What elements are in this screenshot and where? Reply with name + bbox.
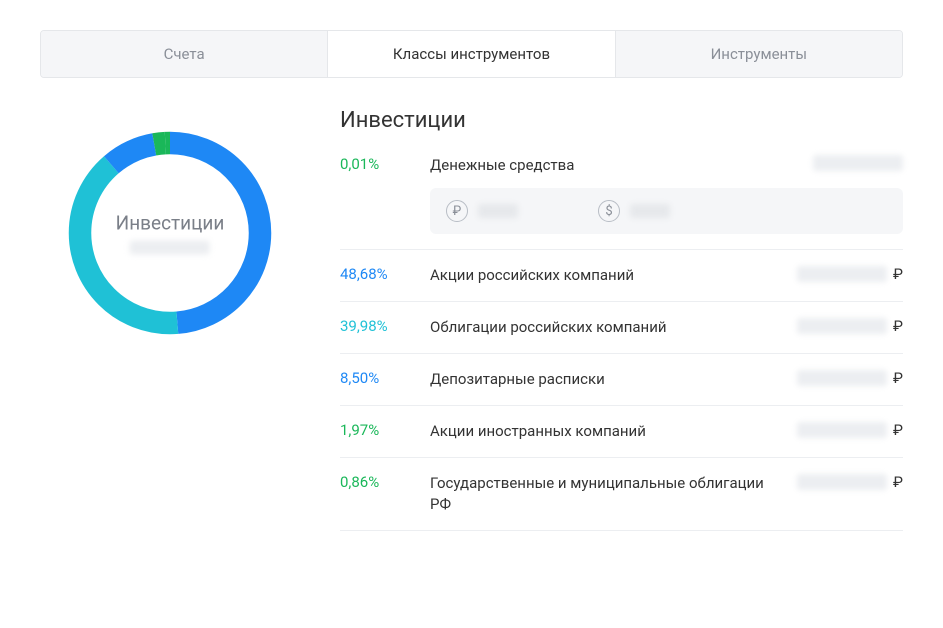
currency-symbol: ₽ [893, 265, 903, 283]
donut-center: Инвестиции [116, 212, 225, 255]
asset-row[interactable]: 0,86%Государственные и муниципальные обл… [340, 458, 903, 531]
asset-row-body: Акции российских компаний ₽ [430, 265, 903, 286]
asset-amount: ₽ [797, 265, 903, 283]
asset-row-body: Депозитарные расписки ₽ [430, 369, 903, 390]
amount-redacted [813, 155, 903, 171]
asset-label: Денежные средства [430, 155, 801, 176]
asset-amount [813, 155, 903, 171]
currency-symbol: ₽ [893, 317, 903, 335]
currency-icon: ₽ [446, 200, 468, 222]
asset-row-main: Депозитарные расписки ₽ [430, 369, 903, 390]
asset-row-body: Государственные и муниципальные облигаци… [430, 473, 903, 515]
asset-row-body: Денежные средства₽$ [430, 155, 903, 234]
list-area: Инвестиции 0,01%Денежные средства₽$48,68… [340, 108, 903, 531]
donut-subtitle-redacted [130, 241, 210, 255]
asset-percent: 48,68% [340, 265, 430, 283]
asset-label: Государственные и муниципальные облигаци… [430, 473, 785, 515]
asset-row[interactable]: 1,97%Акции иностранных компаний ₽ [340, 406, 903, 458]
asset-row[interactable]: 39,98%Облигации российских компаний ₽ [340, 302, 903, 354]
asset-label: Депозитарные расписки [430, 369, 785, 390]
currency-symbol: ₽ [893, 473, 903, 491]
asset-percent: 0,01% [340, 155, 430, 173]
cash-currency-item: ₽ [446, 200, 518, 222]
asset-amount: ₽ [797, 369, 903, 387]
asset-row-body: Облигации российских компаний ₽ [430, 317, 903, 338]
asset-row-main: Облигации российских компаний ₽ [430, 317, 903, 338]
cash-detail-panel: ₽$ [430, 188, 903, 234]
asset-percent: 0,86% [340, 473, 430, 491]
cash-amount-redacted [478, 204, 518, 218]
tabs-bar: СчетаКлассы инструментовИнструменты [40, 30, 903, 78]
asset-row-main: Денежные средства [430, 155, 903, 176]
amount-redacted [797, 266, 887, 282]
tab-2[interactable]: Инструменты [616, 31, 902, 77]
currency-symbol: ₽ [893, 369, 903, 387]
tab-0[interactable]: Счета [41, 31, 328, 77]
currency-symbol: ₽ [893, 421, 903, 439]
asset-row-body: Акции иностранных компаний ₽ [430, 421, 903, 442]
amount-redacted [797, 474, 887, 490]
chart-area: Инвестиции [40, 108, 300, 531]
asset-amount: ₽ [797, 473, 903, 491]
cash-currency-item: $ [598, 200, 670, 222]
currency-icon: $ [598, 200, 620, 222]
amount-redacted [797, 422, 887, 438]
donut-chart: Инвестиции [65, 128, 275, 338]
tab-1[interactable]: Классы инструментов [328, 31, 615, 77]
asset-percent: 8,50% [340, 369, 430, 387]
asset-amount: ₽ [797, 317, 903, 335]
cash-amount-redacted [630, 204, 670, 218]
asset-row[interactable]: 48,68%Акции российских компаний ₽ [340, 250, 903, 302]
asset-row[interactable]: 0,01%Денежные средства₽$ [340, 151, 903, 250]
asset-row-main: Акции иностранных компаний ₽ [430, 421, 903, 442]
asset-percent: 39,98% [340, 317, 430, 335]
amount-redacted [797, 370, 887, 386]
asset-row-main: Акции российских компаний ₽ [430, 265, 903, 286]
amount-redacted [797, 318, 887, 334]
donut-title: Инвестиции [116, 212, 225, 235]
asset-amount: ₽ [797, 421, 903, 439]
asset-label: Акции иностранных компаний [430, 421, 785, 442]
asset-label: Облигации российских компаний [430, 317, 785, 338]
asset-row[interactable]: 8,50%Депозитарные расписки ₽ [340, 354, 903, 406]
list-title: Инвестиции [340, 108, 903, 133]
asset-row-main: Государственные и муниципальные облигаци… [430, 473, 903, 515]
asset-label: Акции российских компаний [430, 265, 785, 286]
asset-percent: 1,97% [340, 421, 430, 439]
content: Инвестиции Инвестиции 0,01%Денежные сред… [40, 108, 903, 531]
